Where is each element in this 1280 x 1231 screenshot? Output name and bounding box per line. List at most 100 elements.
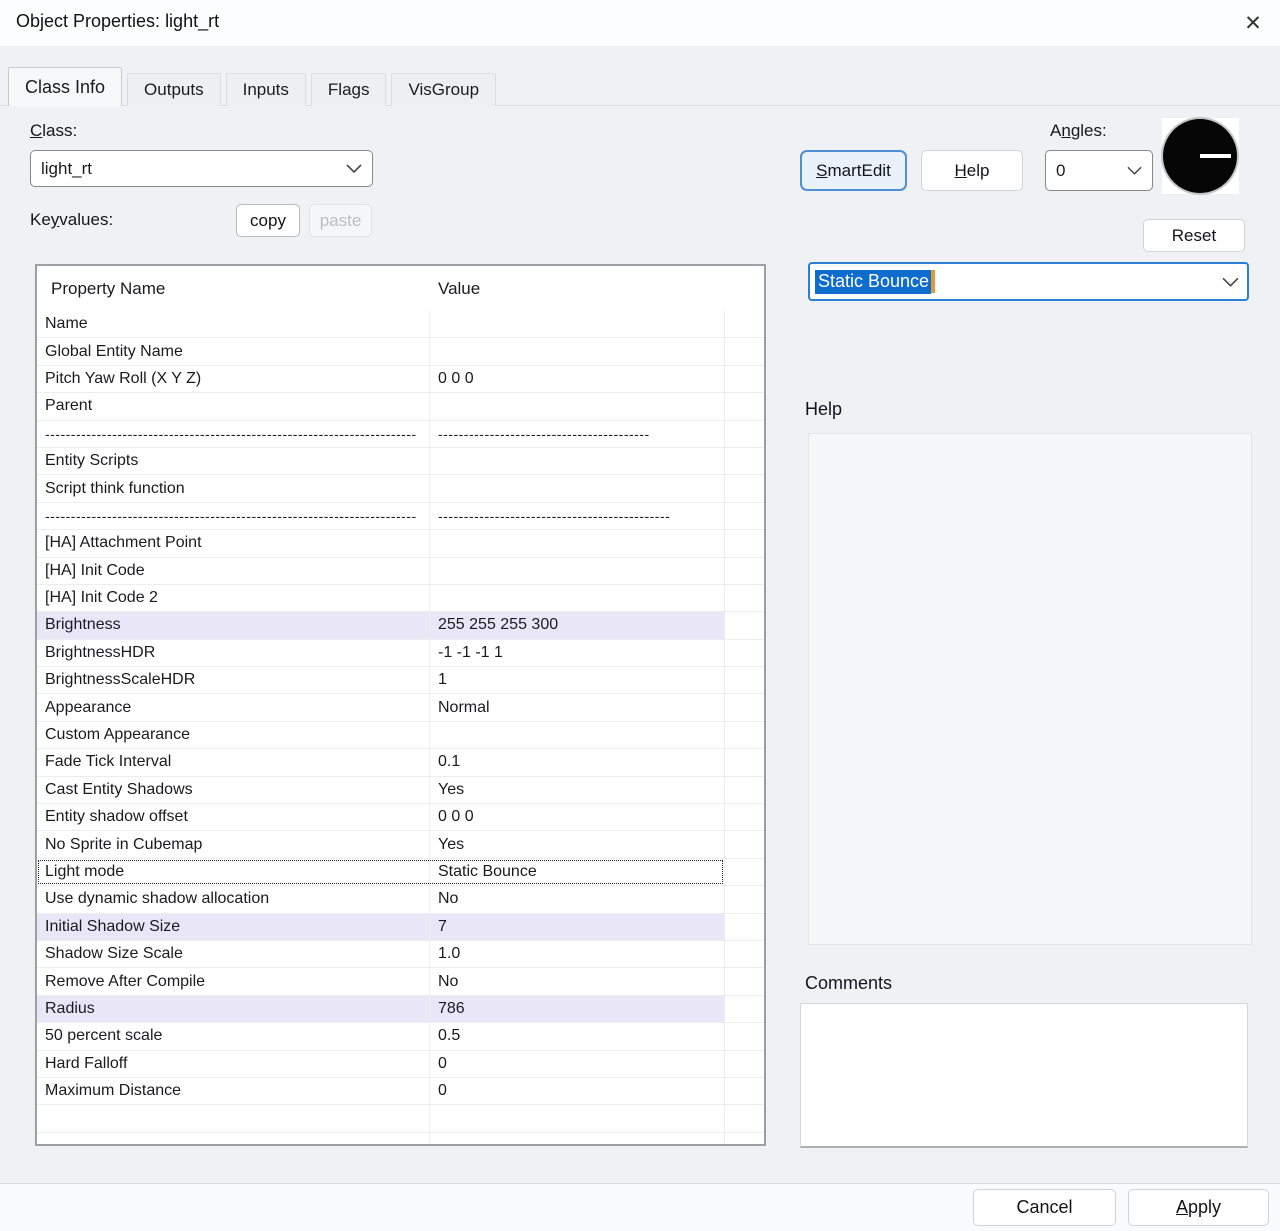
property-name-cell <box>37 1133 430 1146</box>
property-name-cell: ----------------------------------------… <box>37 421 430 447</box>
angles-label-pre: A <box>1050 121 1061 140</box>
table-row-main: Parent <box>37 393 724 419</box>
table-row[interactable]: Script think function <box>37 475 764 502</box>
table-row[interactable]: Remove After CompileNo <box>37 968 764 995</box>
table-row-main: Custom Appearance <box>37 722 724 748</box>
table-row[interactable]: Radius786 <box>37 996 764 1023</box>
table-row[interactable]: Use dynamic shadow allocationNo <box>37 886 764 913</box>
table-row[interactable]: BrightnessScaleHDR1 <box>37 667 764 694</box>
apply-button[interactable]: Apply <box>1128 1189 1269 1226</box>
tab-visgroup[interactable]: VisGroup <box>391 73 496 106</box>
table-row[interactable]: Light modeStatic Bounce <box>37 859 764 886</box>
table-row[interactable]: [HA] Attachment Point <box>37 530 764 557</box>
keyvalues-label: Keyvalues: <box>30 210 113 230</box>
table-row[interactable]: No Sprite in CubemapYes <box>37 831 764 858</box>
class-label-rest: lass: <box>42 121 77 140</box>
property-value-cell: 0 <box>430 1078 724 1104</box>
reset-button[interactable]: Reset <box>1143 219 1245 252</box>
smartedit-label-rest: martEdit <box>828 161 891 181</box>
row-extra-cell <box>724 1078 764 1104</box>
table-row-main: No Sprite in CubemapYes <box>37 831 724 857</box>
row-extra-cell <box>724 886 764 912</box>
table-row[interactable]: Name <box>37 311 764 338</box>
paste-button: paste <box>309 204 372 237</box>
property-value-cell: ----------------------------------------… <box>430 503 724 529</box>
table-row[interactable]: Pitch Yaw Roll (X Y Z)0 0 0 <box>37 366 764 393</box>
table-row[interactable]: Cast Entity ShadowsYes <box>37 777 764 804</box>
table-row[interactable]: ----------------------------------------… <box>37 421 764 448</box>
smartedit-button[interactable]: SmartEdit <box>800 150 907 191</box>
table-row[interactable]: Global Entity Name <box>37 338 764 365</box>
table-row-main: BrightnessScaleHDR1 <box>37 667 724 693</box>
titlebar: Object Properties: light_rt ✕ <box>0 0 1280 46</box>
help-button-accel: H <box>955 161 967 181</box>
property-value-cell: 1 <box>430 667 724 693</box>
table-row[interactable]: Custom Appearance <box>37 722 764 749</box>
value-edit-dropdown[interactable]: Static Bounce <box>808 262 1249 301</box>
table-row[interactable]: Parent <box>37 393 764 420</box>
angle-dial[interactable] <box>1163 119 1237 193</box>
property-name-cell: Parent <box>37 393 430 419</box>
table-row[interactable] <box>37 1133 764 1146</box>
table-row[interactable]: Hard Falloff0 <box>37 1051 764 1078</box>
table-row[interactable] <box>37 1105 764 1132</box>
comments-input[interactable] <box>800 1003 1248 1148</box>
class-dropdown-value: light_rt <box>41 159 92 179</box>
property-value-cell: ----------------------------------------… <box>430 421 724 447</box>
tab-class-info[interactable]: Class Info <box>8 67 122 106</box>
table-row[interactable]: Initial Shadow Size7 <box>37 914 764 941</box>
row-extra-cell <box>724 393 764 419</box>
property-name-cell: Pitch Yaw Roll (X Y Z) <box>37 366 430 392</box>
table-row[interactable]: ----------------------------------------… <box>37 503 764 530</box>
window-title: Object Properties: light_rt <box>16 11 219 32</box>
table-row-main: Brightness255 255 255 300 <box>37 612 724 638</box>
table-row-main: Maximum Distance0 <box>37 1078 724 1104</box>
property-value-cell <box>430 530 724 556</box>
property-value-cell: 0 <box>430 1051 724 1077</box>
table-row-main: ----------------------------------------… <box>37 421 724 447</box>
header-value: Value <box>430 279 724 299</box>
row-extra-cell <box>724 722 764 748</box>
property-name-cell: BrightnessHDR <box>37 640 430 666</box>
table-row[interactable]: Shadow Size Scale1.0 <box>37 941 764 968</box>
tab-outputs[interactable]: Outputs <box>127 73 221 106</box>
tab-flags[interactable]: Flags <box>311 73 387 106</box>
cancel-button[interactable]: Cancel <box>973 1189 1116 1226</box>
table-row-main: Remove After CompileNo <box>37 968 724 994</box>
tab-inputs[interactable]: Inputs <box>226 73 306 106</box>
table-row[interactable]: [HA] Init Code <box>37 558 764 585</box>
table-row[interactable]: Entity shadow offset0 0 0 <box>37 804 764 831</box>
class-label-accel: C <box>30 121 42 140</box>
property-value-cell: -1 -1 -1 1 <box>430 640 724 666</box>
property-value-cell: No <box>430 886 724 912</box>
close-icon[interactable]: ✕ <box>1236 6 1270 40</box>
row-extra-cell <box>724 1051 764 1077</box>
property-value-cell: 0.1 <box>430 749 724 775</box>
row-extra-cell <box>724 1105 764 1131</box>
property-value-cell: 1.0 <box>430 941 724 967</box>
help-button[interactable]: Help <box>921 150 1023 191</box>
angle-dial-needle <box>1200 154 1231 158</box>
class-dropdown[interactable]: light_rt <box>30 150 373 187</box>
table-row[interactable]: Brightness255 255 255 300 <box>37 612 764 639</box>
table-row[interactable]: 50 percent scale0.5 <box>37 1023 764 1050</box>
row-extra-cell <box>724 558 764 584</box>
table-row[interactable]: BrightnessHDR-1 -1 -1 1 <box>37 640 764 667</box>
table-row[interactable]: [HA] Init Code 2 <box>37 585 764 612</box>
table-row[interactable]: Entity Scripts <box>37 448 764 475</box>
property-name-cell: ----------------------------------------… <box>37 503 430 529</box>
property-value-cell: Yes <box>430 831 724 857</box>
copy-button[interactable]: copy <box>236 204 300 237</box>
table-row-main: Shadow Size Scale1.0 <box>37 941 724 967</box>
angles-dropdown[interactable]: 0 <box>1045 150 1153 191</box>
property-name-cell: Entity Scripts <box>37 448 430 474</box>
apply-label-rest: pply <box>1188 1197 1221 1218</box>
property-value-cell <box>430 558 724 584</box>
table-row-main: [HA] Init Code <box>37 558 724 584</box>
table-row-main: Light modeStatic Bounce <box>37 859 724 885</box>
property-value-cell: 7 <box>430 914 724 940</box>
table-row[interactable]: AppearanceNormal <box>37 694 764 721</box>
row-extra-cell <box>724 311 764 337</box>
table-row[interactable]: Maximum Distance0 <box>37 1078 764 1105</box>
table-row[interactable]: Fade Tick Interval0.1 <box>37 749 764 776</box>
